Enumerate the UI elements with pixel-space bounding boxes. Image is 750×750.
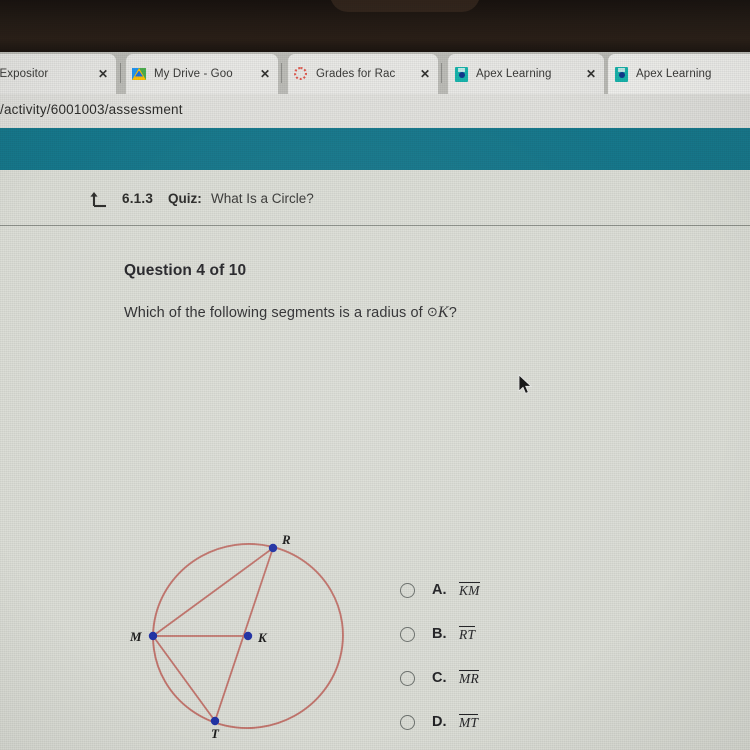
choice-segment-a: KM [459, 581, 480, 598]
point-label-M: M [129, 629, 142, 644]
radio-button-b[interactable] [400, 626, 415, 642]
tab-title: Apex Learning [476, 68, 552, 80]
lesson-kind: Quiz: [168, 191, 202, 206]
answer-choice-c[interactable]: C. MR [400, 656, 580, 700]
bezel-notch [330, 0, 480, 12]
browser-tab-4[interactable]: Apex Learning ✕ [608, 54, 750, 94]
monitor-bezel [0, 0, 750, 52]
tab-close-icon[interactable]: ✕ [258, 68, 272, 80]
browser-tab-strip: ntro Expositor ✕ My Drive - Goo ✕ Grades… [0, 52, 750, 94]
circle-diagram-figure: R M K T [128, 525, 368, 740]
answer-choice-b[interactable]: B. RT [400, 612, 580, 656]
up-left-arrow-icon[interactable] [90, 190, 110, 208]
question-prompt: Which of the following segments is a rad… [124, 304, 457, 322]
tab-separator [441, 63, 442, 83]
browser-tab-1[interactable]: My Drive - Goo ✕ [126, 54, 278, 94]
tab-close-icon[interactable]: ✕ [96, 68, 110, 80]
circle-center-label: K [437, 304, 449, 321]
point-R [268, 543, 278, 553]
tab-favicon-google-drive-icon [132, 67, 147, 82]
tab-separator [281, 63, 282, 83]
answer-choice-d[interactable]: D. MT [400, 700, 580, 744]
point-K [243, 631, 253, 641]
question-prompt-suffix: ? [448, 305, 457, 321]
question-counter: Question 4 of 10 [124, 262, 247, 279]
radio-button-c[interactable] [400, 670, 415, 686]
tab-title: Apex Learning [636, 68, 712, 80]
browser-url-bar[interactable]: /activity/6001003/assessment [0, 94, 750, 128]
lesson-number: 6.1.3 [122, 191, 154, 206]
screenshot-root: ntro Expositor ✕ My Drive - Goo ✕ Grades… [0, 0, 750, 750]
browser-tab-2[interactable]: Grades for Rac ✕ [288, 54, 438, 94]
tab-separator [120, 63, 121, 83]
choice-segment-d: MT [459, 713, 479, 730]
url-text: /activity/6001003/assessment [0, 102, 183, 117]
browser-tab-0[interactable]: ntro Expositor ✕ [0, 54, 116, 94]
mouse-arrow-cursor [518, 374, 534, 398]
point-label-R: R [281, 532, 291, 547]
tab-close-icon[interactable]: ✕ [418, 68, 432, 80]
choice-letter-c: C. [432, 670, 447, 686]
tab-favicon-loading-spinner-icon [294, 66, 309, 82]
radio-button-a[interactable] [400, 582, 415, 598]
segment-MR [152, 547, 274, 637]
circle-symbol-icon: ⊙ [426, 304, 438, 319]
point-M [148, 631, 158, 641]
choice-letter-d: D. [432, 714, 447, 730]
choice-letter-b: B. [432, 626, 447, 642]
choice-segment-c: MR [459, 669, 480, 686]
question-prompt-text: Which of the following segments is a rad… [124, 305, 427, 321]
tab-favicon-apex-learning-icon [454, 66, 469, 82]
tab-close-icon[interactable]: ✕ [584, 68, 598, 80]
segment-MT [152, 635, 216, 722]
answer-choice-list: A. KM B. RT C. MR D. MT [400, 568, 580, 744]
point-label-T: T [211, 726, 220, 740]
tab-favicon-apex-learning-icon [614, 66, 629, 82]
answer-choice-a[interactable]: A. KM [400, 568, 580, 612]
point-label-K: K [257, 630, 268, 645]
point-T [210, 716, 220, 726]
tab-title: Grades for Rac [316, 68, 396, 80]
site-navigation-bar [0, 128, 750, 170]
choice-segment-b: RT [459, 625, 476, 642]
quiz-page: 6.1.3 Quiz: What Is a Circle? Question 4… [0, 170, 750, 750]
radio-button-d[interactable] [400, 714, 415, 730]
tab-title: My Drive - Goo [154, 68, 233, 80]
lesson-header: 6.1.3 Quiz: What Is a Circle? [0, 178, 750, 226]
browser-tab-3[interactable]: Apex Learning ✕ [448, 54, 604, 94]
header-divider [0, 225, 750, 226]
lesson-title: What Is a Circle? [211, 191, 314, 206]
tab-title: ntro Expositor [0, 68, 49, 80]
circle-diagram-svg: R M K T [129, 532, 344, 740]
choice-letter-a: A. [432, 582, 447, 598]
